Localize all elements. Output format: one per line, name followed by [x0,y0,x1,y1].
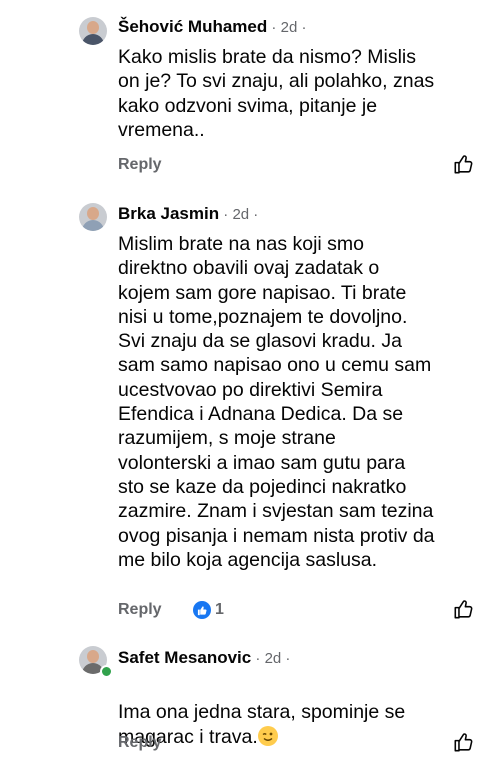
avatar[interactable] [79,17,107,45]
comment-text: Ima ona jedna stara, spominje se magarac… [118,676,483,749]
reaction-count: 1 [215,601,224,618]
comment-text: Kako mislis brate da nismo? Mislis on je… [118,46,435,141]
author-name[interactable]: Brka Jasmin [118,204,219,223]
reply-button[interactable]: Reply [118,734,162,752]
avatar[interactable] [79,203,107,231]
thumbs-up-outline-icon[interactable] [453,153,475,175]
avatar-torso [82,220,104,231]
timestamp[interactable]: · 2d · [267,19,306,36]
thumbs-up-outline-icon[interactable] [453,598,475,620]
comment-header: Šehović Muhamed · 2d · [118,17,306,37]
online-status-dot [100,665,113,678]
comment-header: Safet Mesanovic · 2d · [118,648,290,668]
comment-header: Brka Jasmin · 2d · [118,204,258,224]
timestamp[interactable]: · 2d · [251,650,290,667]
avatar-face [87,207,99,220]
winking-face-emoji [257,725,278,746]
author-name[interactable]: Safet Mesanovic [118,648,251,667]
avatar-face [87,650,99,663]
reply-button[interactable]: Reply [118,601,162,619]
thumbs-up-outline-icon[interactable] [453,731,475,753]
avatar-face [87,21,99,34]
comment-text: Mislim brate na nas koji smo direktno ob… [118,233,435,571]
like-reaction-icon [193,601,211,619]
timestamp[interactable]: · 2d · [219,206,258,223]
author-name[interactable]: Šehović Muhamed [118,17,267,36]
reaction-summary[interactable]: 1 [193,600,224,620]
avatar-torso [82,34,104,45]
reply-button[interactable]: Reply [118,156,162,174]
